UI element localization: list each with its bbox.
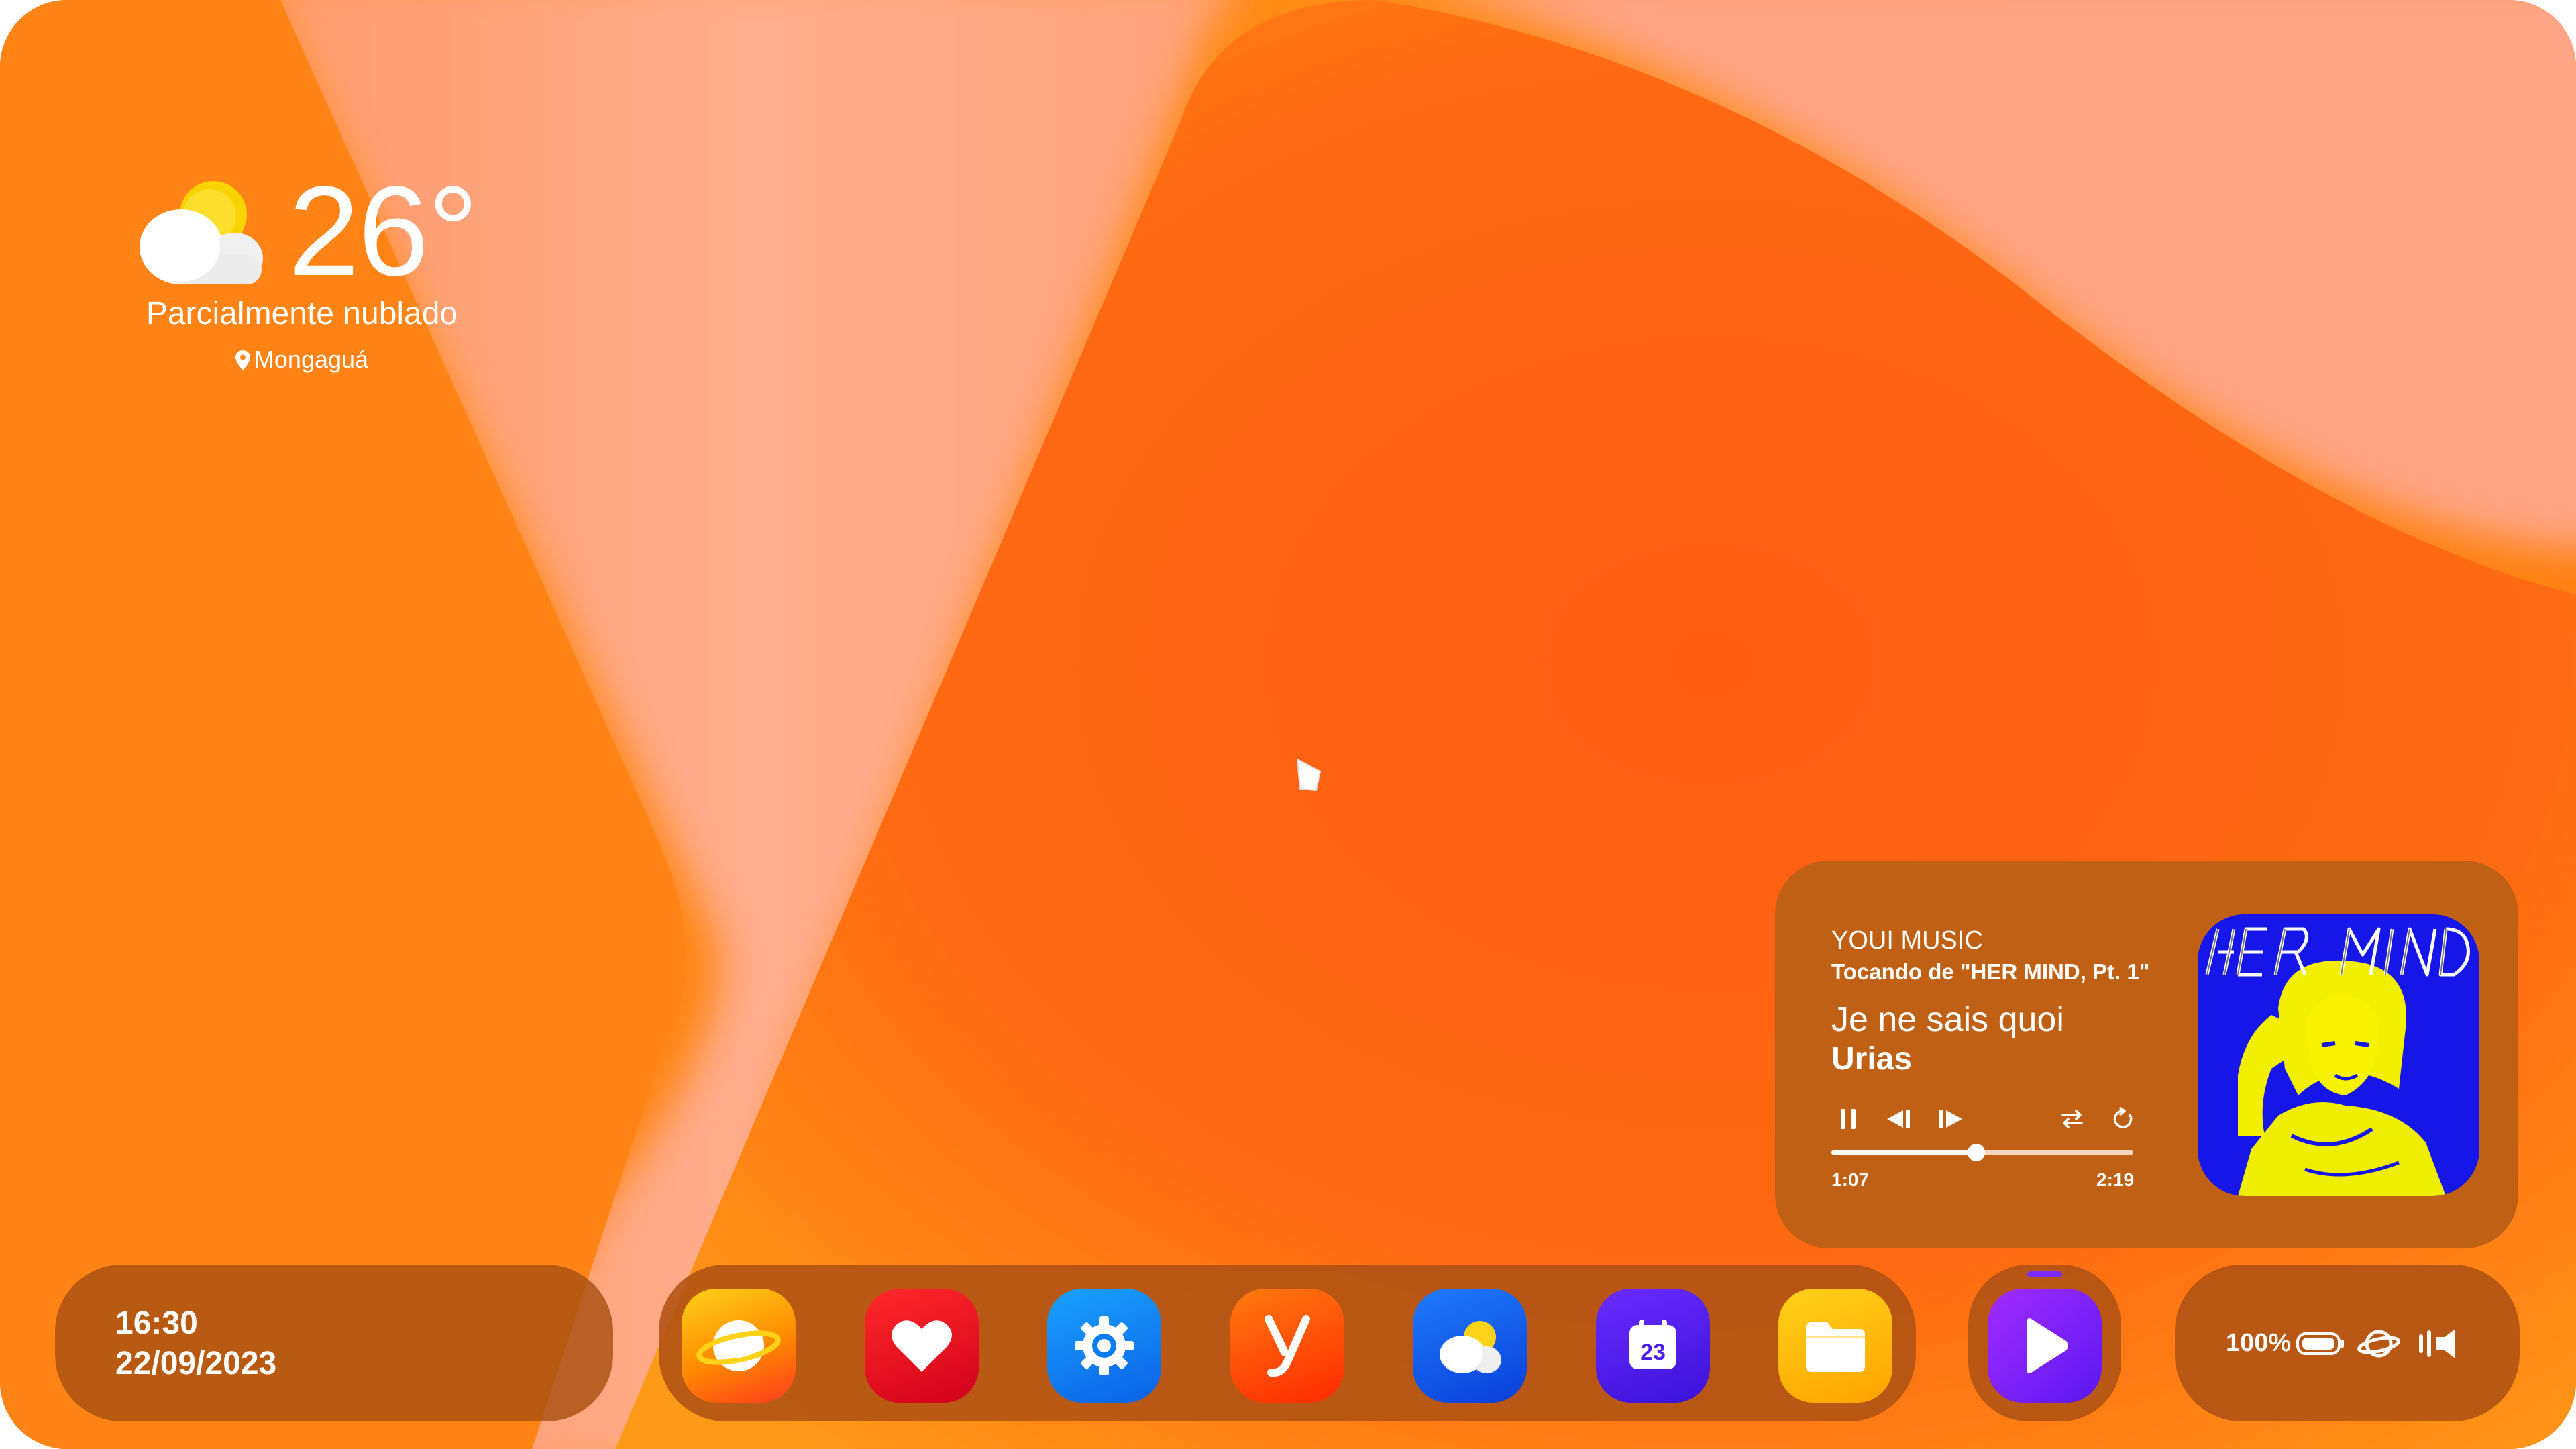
elapsed-time: 1:07 [1831,1169,1870,1190]
replay-icon [2113,1107,2133,1128]
files-app[interactable] [1778,1289,1892,1403]
app-dock: 23 [659,1265,1916,1421]
playing-from: Tocando de "HER MIND, Pt. 1" [1831,959,2150,984]
browser-app[interactable] [682,1289,796,1403]
active-app-indicator [2027,1271,2062,1277]
music-app-name: YOUI MUSIC [1831,926,1983,955]
calendar-app[interactable]: 23 [1596,1289,1710,1403]
location-pin-icon [235,350,250,370]
progress-bar[interactable] [1831,1144,2133,1161]
clock-panel[interactable]: 16:30 22/09/2023 [55,1265,613,1421]
album-art[interactable] [2198,914,2479,1196]
cloud-sun-icon [1440,1321,1501,1373]
previous-button[interactable] [1881,1102,1915,1136]
calendar-day: 23 [1640,1340,1666,1365]
weather-widget[interactable]: 26° Parcialmente nublado Mongaguá [134,154,478,396]
battery-icon[interactable] [2296,1330,2345,1357]
progress-fill [1831,1150,1976,1155]
temperature: 26° [288,160,478,303]
weather-location: Mongaguá [134,345,470,374]
artist-name[interactable]: Urias [1831,1040,1912,1077]
volume-icon[interactable] [2418,1325,2465,1362]
weather-condition: Parcialmente nublado [146,296,458,331]
weather-app[interactable] [1413,1289,1527,1403]
y-app[interactable] [1230,1289,1344,1403]
y-letter-icon [1265,1315,1310,1377]
album-art-image [2198,914,2479,1196]
song-title: Je ne sais quoi [1831,1000,2064,1039]
repeat-icon [2061,1110,2083,1128]
location-name: Mongaguá [254,345,369,373]
repeat-button[interactable] [2055,1102,2089,1136]
system-tray[interactable]: 100% [2175,1265,2520,1421]
music-widget[interactable]: YOUI MUSIC Tocando de "HER MIND, Pt. 1" … [1775,861,2518,1248]
next-icon [1939,1110,1962,1128]
music-player-icon-tile[interactable] [1988,1289,2102,1403]
settings-app[interactable] [1047,1289,1161,1403]
play-icon [2027,1318,2068,1373]
progress-knob[interactable] [1968,1144,1985,1161]
planet-network-icon[interactable] [2357,1325,2400,1362]
music-player-app[interactable] [1968,1265,2121,1421]
calendar-icon: 23 [1629,1320,1676,1369]
battery-percent: 100% [2226,1329,2292,1357]
clock-date: 22/09/2023 [115,1346,277,1381]
partly-cloudy-icon [140,181,263,284]
planet-icon [696,1320,781,1371]
previous-icon [1887,1110,1910,1128]
replay-button[interactable] [2106,1102,2140,1136]
pause-button[interactable] [1831,1102,1865,1136]
folder-icon [1806,1322,1865,1372]
mouse-cursor-icon [1297,759,1321,791]
gear-icon [1075,1316,1134,1375]
health-app[interactable] [865,1289,979,1403]
clock-time: 16:30 [115,1305,198,1341]
total-time: 2:19 [2096,1169,2135,1190]
pause-icon [1841,1109,1856,1129]
desktop: 26° Parcialmente nublado Mongaguá YOUI M… [0,0,2576,1449]
heart-icon [892,1320,952,1372]
next-button[interactable] [1935,1102,1968,1136]
